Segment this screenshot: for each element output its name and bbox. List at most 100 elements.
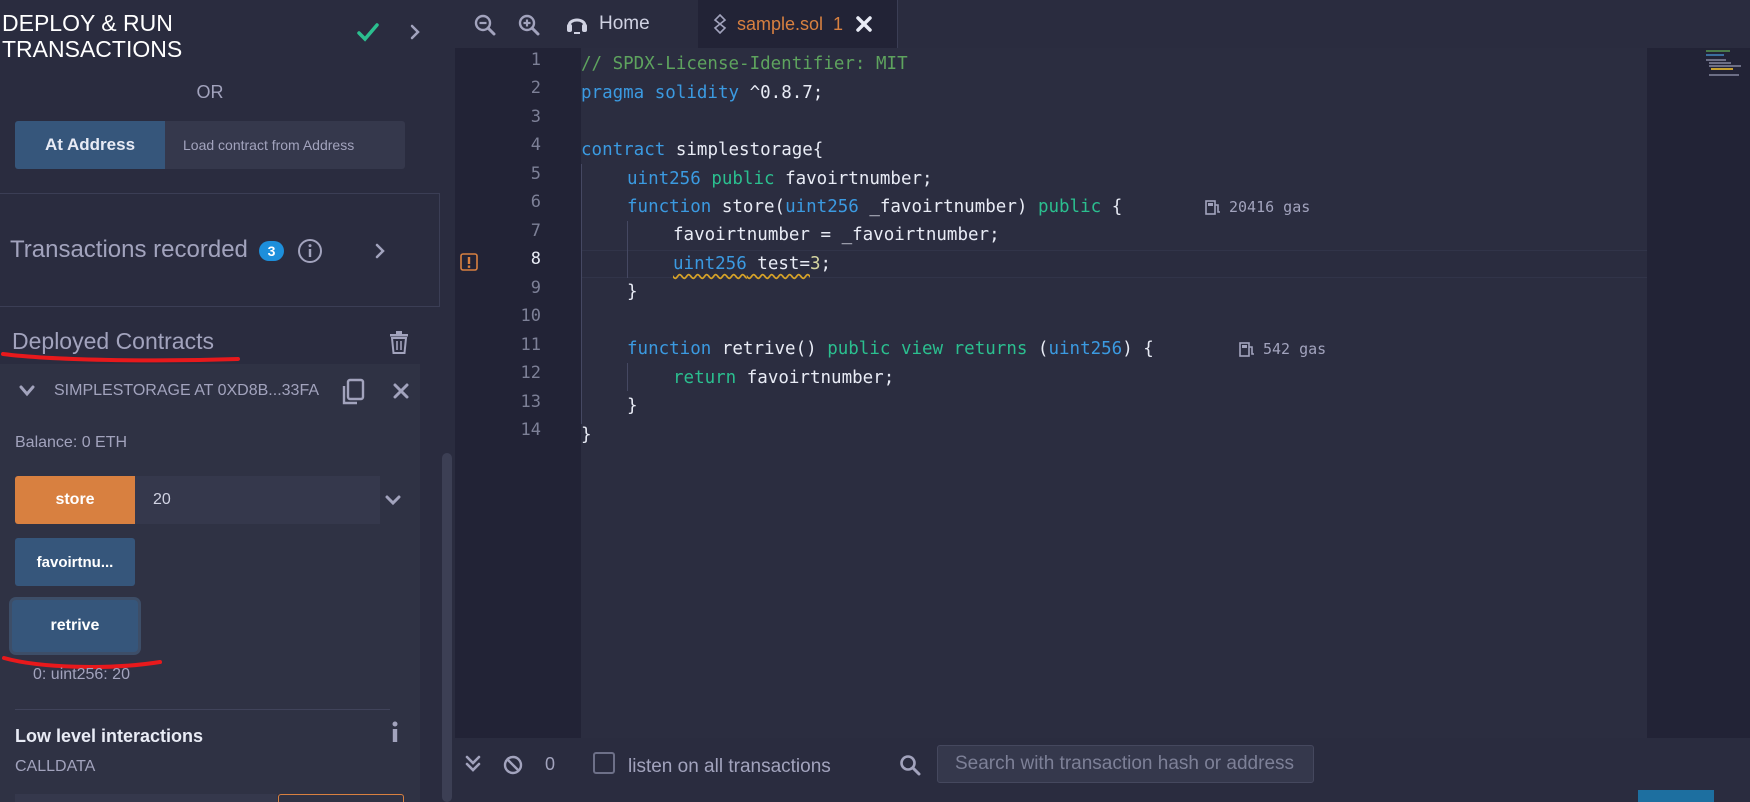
deployed-contract-instance: SIMPLESTORAGE AT 0XD8B...33FA Balance: 0… (0, 364, 420, 802)
panel-title: DEPLOY & RUN TRANSACTIONS (2, 10, 183, 62)
search-icon (900, 755, 921, 776)
info-icon[interactable] (389, 720, 401, 744)
line-number: 9 (530, 278, 541, 298)
trash-icon[interactable] (388, 330, 410, 354)
code-line-1[interactable]: // SPDX-License-Identifier: MIT (581, 50, 908, 78)
chevron-right-icon[interactable] (404, 20, 426, 44)
line-number: 5 (530, 164, 541, 184)
favoirtnumber-button[interactable]: favoirtnu... (15, 538, 135, 586)
tab-home-label: Home (599, 13, 650, 34)
code-line-13[interactable]: } (627, 392, 638, 420)
gas-estimate-retrive: 542 gas (1239, 340, 1326, 358)
code-line-6[interactable]: function store(uint256 _favoirtnumber) p… (627, 193, 1122, 221)
code-line-5[interactable]: uint256 public favoirtnumber; (627, 165, 933, 193)
copy-icon[interactable] (340, 378, 366, 406)
load-contract-address-input[interactable]: Load contract from Address (165, 121, 405, 169)
line-number: 2 (530, 78, 541, 98)
code-modifier: public view returns (827, 339, 1028, 359)
calldata-label: CALLDATA (15, 758, 96, 775)
store-button[interactable]: store (15, 476, 135, 524)
code-type: uint256 (673, 254, 747, 274)
transaction-search-input[interactable]: Search with transaction hash or address (937, 745, 1314, 783)
gas-retrive-value: 542 gas (1263, 340, 1327, 358)
info-icon[interactable] (297, 238, 323, 264)
scrollbar[interactable] (442, 453, 452, 802)
line-number: 1 (530, 50, 541, 70)
line-number: 10 (520, 306, 541, 326)
code-text: _favoirtnumber) (858, 197, 1038, 217)
editor-tabbar: Home sample.sol 1 (455, 0, 1750, 48)
calldata-input[interactable] (15, 794, 277, 802)
code-text: store( (711, 197, 786, 217)
line-number: 3 (530, 107, 541, 127)
double-chevron-down-icon[interactable] (464, 755, 482, 773)
retrive-button[interactable]: retrive (12, 600, 138, 652)
warning-icon[interactable] (460, 253, 478, 271)
line-number: 7 (530, 221, 541, 241)
terminal-corner-button[interactable] (1638, 790, 1714, 802)
gas-pump-icon (1205, 200, 1220, 215)
expand-store-button[interactable] (380, 476, 405, 524)
code-line-9[interactable]: } (627, 278, 638, 306)
zoom-out-icon[interactable] (474, 14, 496, 36)
line-number: 6 (530, 192, 541, 212)
tab-home[interactable]: Home (565, 0, 710, 48)
low-level-interactions-title: Low level interactions (15, 726, 204, 746)
chevron-right-icon[interactable] (372, 241, 388, 261)
indent-guide (581, 164, 582, 424)
solidity-file-icon (713, 14, 727, 34)
line-number: 13 (520, 392, 541, 412)
code-line-14[interactable]: } (581, 421, 592, 449)
code-modifier: public (711, 169, 775, 189)
listen-checkbox[interactable] (593, 752, 615, 774)
line-number: 12 (520, 363, 541, 383)
tab-sample-sol[interactable]: sample.sol 1 (698, 0, 898, 48)
at-address-button[interactable]: At Address (15, 121, 165, 169)
code-keyword: function (627, 197, 712, 217)
code-type: uint256 (627, 169, 701, 189)
code-keyword: function (627, 339, 712, 359)
indent-guide (627, 221, 628, 278)
divider (15, 709, 390, 710)
code-text: ; (820, 254, 832, 274)
gas-pump-icon (1239, 342, 1254, 357)
code-line-11[interactable]: function retrive() public view returns (… (627, 335, 1154, 363)
zoom-in-icon[interactable] (518, 14, 540, 36)
line-number: 11 (520, 335, 541, 355)
code-line-12[interactable]: return favoirtnumber; (673, 364, 894, 392)
code-text: test= (746, 254, 810, 274)
transactions-recorded-section[interactable]: Transactions recorded 3 (0, 193, 440, 307)
tab-error-count: 1 (833, 13, 844, 34)
code-text: favoirtnumber; (736, 368, 895, 388)
chevron-down-icon[interactable] (18, 384, 36, 398)
code-text: ) { (1122, 339, 1154, 359)
ban-icon[interactable] (503, 755, 523, 775)
line-number: 8 (530, 249, 541, 269)
close-icon[interactable] (393, 383, 409, 399)
deploy-run-panel: DEPLOY & RUN TRANSACTIONS OR At Address … (0, 0, 455, 802)
code-text: ( (1027, 339, 1049, 359)
store-input[interactable]: 20 (135, 476, 380, 524)
close-icon[interactable] (855, 15, 873, 33)
code-type: uint256 (1048, 339, 1123, 359)
code-line-7[interactable]: favoirtnumber = _favoirtnumber; (673, 221, 1000, 249)
code-keyword: return (673, 368, 737, 388)
code-text: simplestorage{ (665, 140, 824, 160)
line-number: 14 (520, 420, 541, 440)
code-line-4[interactable]: contract simplestorage{ (581, 136, 823, 164)
code-line-2[interactable]: pragma solidity ^0.8.7; (581, 79, 823, 107)
tab-file-name: sample.sol (737, 13, 824, 34)
code-text: retrive() (711, 339, 828, 359)
code-line-8[interactable]: uint256 test=3; (673, 250, 831, 278)
transact-button[interactable] (278, 794, 404, 802)
gas-store-value: 20416 gas (1229, 198, 1311, 216)
check-icon (357, 23, 379, 42)
minimap[interactable] (1698, 48, 1750, 738)
code-text: { (1101, 197, 1123, 217)
retrive-output: 0: uint256: 20 (33, 666, 130, 683)
code-text: favoirtnumber; (774, 169, 933, 189)
code-warning-span: uint256 test= (673, 254, 810, 274)
at-address-group: At Address Load contract from Address (15, 121, 405, 169)
gas-estimate-store: 20416 gas (1205, 198, 1310, 216)
chevron-down-icon (385, 495, 400, 506)
